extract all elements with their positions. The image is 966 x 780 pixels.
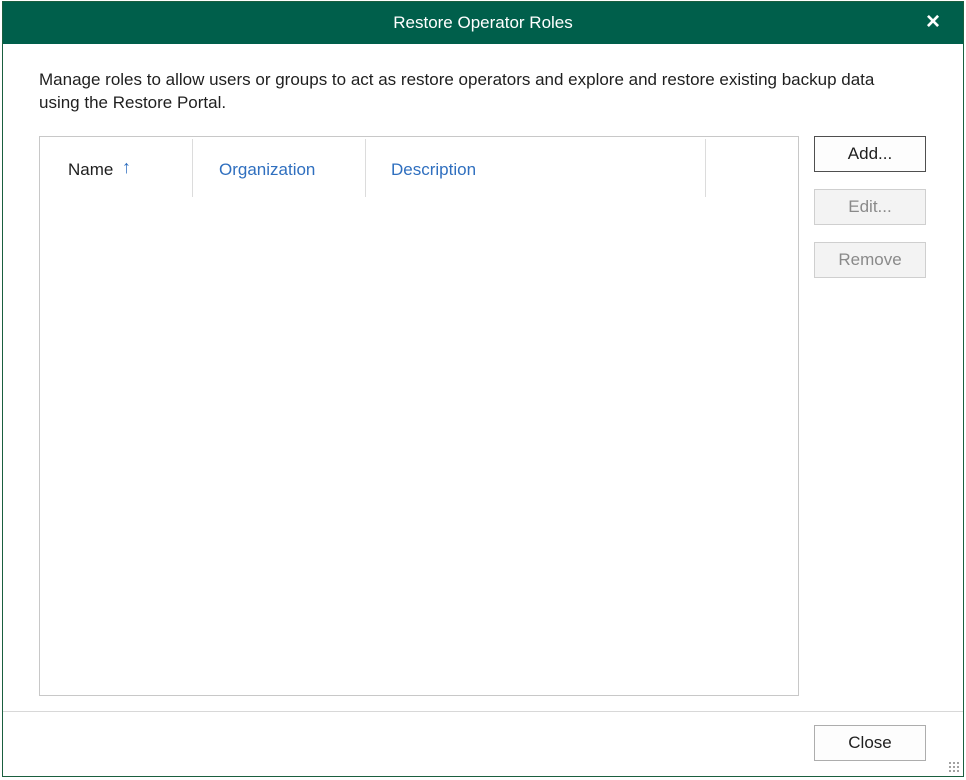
column-header-organization[interactable]: Organization — [193, 139, 366, 197]
title-bar: Restore Operator Roles × — [3, 2, 963, 44]
remove-button[interactable]: Remove — [814, 242, 926, 278]
restore-operator-roles-dialog: Restore Operator Roles × Manage roles to… — [2, 1, 964, 777]
add-button[interactable]: Add... — [814, 136, 926, 172]
column-header-filler — [706, 139, 794, 197]
column-header-description[interactable]: Description — [366, 139, 706, 197]
column-description-label: Description — [391, 160, 477, 179]
column-header-name[interactable]: Name ↑ — [40, 139, 193, 197]
dialog-description: Manage roles to allow users or groups to… — [39, 70, 875, 112]
edit-button[interactable]: Edit... — [814, 189, 926, 225]
sort-ascending-icon: ↑ — [122, 157, 131, 177]
column-name-label: Name — [68, 160, 114, 179]
close-icon[interactable]: × — [919, 8, 947, 36]
close-button[interactable]: Close — [814, 725, 926, 761]
dialog-title: Restore Operator Roles — [393, 13, 573, 32]
table-header: Name ↑ Organization Description — [40, 137, 798, 199]
roles-table[interactable]: Name ↑ Organization Description — [39, 136, 799, 696]
resize-grip-icon[interactable] — [948, 761, 960, 773]
column-organization-label: Organization — [219, 160, 316, 179]
footer-divider — [3, 711, 963, 712]
